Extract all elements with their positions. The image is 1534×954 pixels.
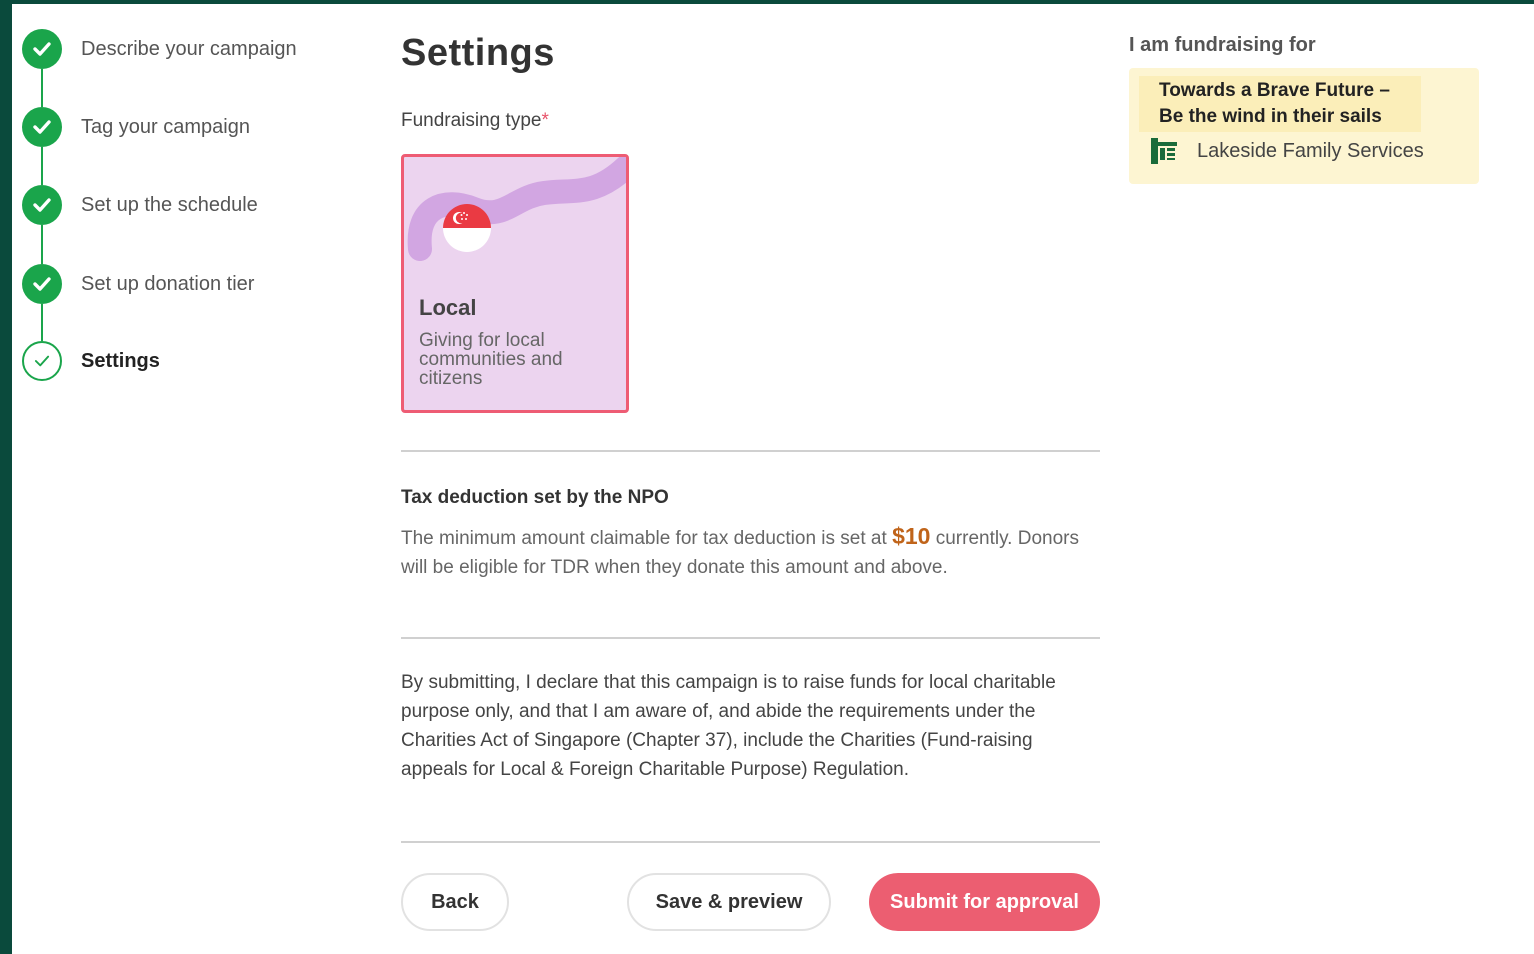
check-icon <box>22 107 62 147</box>
tax-text-before: The minimum amount claimable for tax ded… <box>401 528 893 549</box>
check-icon <box>22 29 62 69</box>
step-describe-campaign[interactable]: Describe your campaign <box>22 29 297 69</box>
check-outline-icon <box>22 341 62 381</box>
page-frame: Describe your campaign Tag your campaign… <box>12 4 1534 954</box>
save-preview-button[interactable]: Save & preview <box>627 873 831 931</box>
divider <box>401 450 1100 452</box>
check-icon <box>22 185 62 225</box>
step-label: Describe your campaign <box>81 37 297 60</box>
campaign-title: Towards a Brave Future – Be the wind in … <box>1139 76 1421 132</box>
card-description: Giving for local communities and citizen… <box>419 330 563 389</box>
divider <box>401 637 1100 639</box>
step-label: Settings <box>81 349 160 372</box>
step-label: Tag your campaign <box>81 115 250 138</box>
fundraising-type-local-card[interactable]: Local Giving for local communities and c… <box>401 154 629 413</box>
step-label: Set up donation tier <box>81 272 255 295</box>
step-connector <box>41 147 43 185</box>
step-connector <box>41 69 43 107</box>
check-icon <box>22 264 62 304</box>
organisation-name: Lakeside Family Services <box>1197 139 1424 162</box>
card-title: Local <box>419 295 477 320</box>
tax-deduction-title: Tax deduction set by the NPO <box>401 487 669 508</box>
fundraising-type-label: Fundraising type* <box>401 110 549 132</box>
step-connector <box>41 225 43 264</box>
step-settings[interactable]: Settings <box>22 341 160 381</box>
required-marker: * <box>541 110 549 131</box>
step-connector <box>41 304 43 341</box>
tax-amount: $10 <box>892 523 931 549</box>
campaign-title-line: Be the wind in their sails <box>1159 106 1382 127</box>
step-label: Set up the schedule <box>81 193 258 216</box>
organisation-row: Lakeside Family Services <box>1151 138 1424 164</box>
side-heading: I am fundraising for <box>1129 34 1316 56</box>
fundraising-type-label-text: Fundraising type <box>401 110 542 131</box>
campaign-title-line: Towards a Brave Future – <box>1159 80 1390 101</box>
step-set-up-schedule[interactable]: Set up the schedule <box>22 185 258 225</box>
divider <box>401 841 1100 843</box>
campaign-summary-card: Towards a Brave Future – Be the wind in … <box>1129 68 1479 184</box>
step-set-up-donation-tier[interactable]: Set up donation tier <box>22 264 254 304</box>
page-title: Settings <box>401 32 555 74</box>
tax-deduction-text: The minimum amount claimable for tax ded… <box>401 522 1091 582</box>
step-tag-campaign[interactable]: Tag your campaign <box>22 107 250 147</box>
back-button[interactable]: Back <box>401 873 509 931</box>
declaration-text: By submitting, I declare that this campa… <box>401 672 1056 780</box>
singapore-flag-icon <box>443 204 491 252</box>
submit-for-approval-button[interactable]: Submit for approval <box>869 873 1100 931</box>
org-logo-icon <box>1151 138 1177 164</box>
